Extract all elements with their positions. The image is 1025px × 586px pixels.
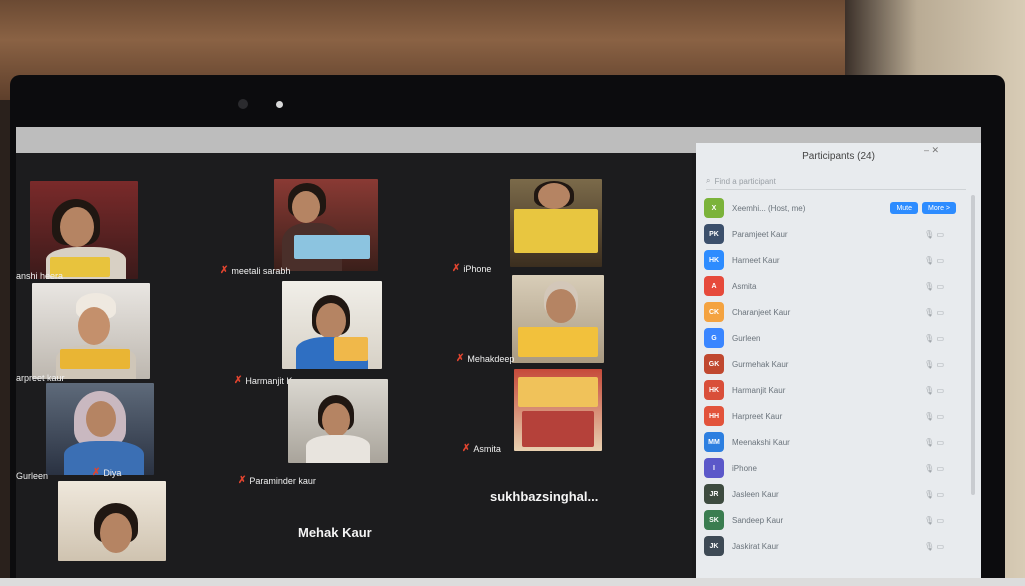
mute-button[interactable]: Mute: [890, 202, 919, 214]
search-icon: ⌕: [706, 176, 711, 185]
participant-name: Asmita: [732, 281, 757, 291]
tile-name: ✗ iPhone: [452, 263, 492, 274]
desk-surface: [0, 578, 1025, 586]
mic-camera-status-icon: 🎙 ▭: [924, 489, 944, 499]
mic-muted-icon: ✗: [238, 475, 247, 486]
avatar: I: [704, 458, 724, 478]
tile-name: anshi heera: [16, 271, 64, 281]
participant-name: Jasleen Kaur: [732, 489, 779, 499]
participant-name: Gurleen: [732, 333, 761, 343]
participant-list: X Xeemhi... (Host, me) Mute More > PK Paramje…: [704, 195, 970, 559]
video-tile[interactable]: [288, 379, 388, 463]
participant-row[interactable]: SK Sandeep Kaur 🎙 ▭: [704, 507, 970, 533]
video-tile[interactable]: [32, 283, 150, 379]
mic-camera-status-icon: 🎙 ▭: [924, 359, 944, 369]
mic-camera-status-icon: 🎙 ▭: [924, 515, 944, 525]
avatar: GK: [704, 354, 724, 374]
tile-name: ✗ Asmita: [462, 443, 501, 454]
avatar: HH: [704, 406, 724, 426]
video-tile[interactable]: [30, 181, 138, 279]
laptop-bezel: anshi heera arpreet kaur ✗ Diya Gurleen …: [10, 75, 1005, 586]
participant-name: Harmanjit Kaur: [732, 385, 786, 395]
participant-row[interactable]: JR Jasleen Kaur 🎙 ▭: [704, 481, 970, 507]
panel-title: Participants (24): [802, 150, 875, 162]
mic-muted-icon: ✗: [456, 353, 465, 364]
mic-camera-status-icon: 🎙 ▭: [924, 229, 944, 239]
mic-muted-icon: ✗: [462, 443, 471, 454]
video-gallery: anshi heera arpreet kaur ✗ Diya Gurleen …: [16, 153, 692, 586]
participant-name: Sandeep Kaur: [732, 515, 784, 525]
participant-name: Harpreet Kaur: [732, 411, 783, 421]
more-button[interactable]: More >: [922, 202, 956, 214]
tile-name: ✗ meetali sarabh: [220, 265, 291, 276]
participant-row[interactable]: JK Jaskirat Kaur 🎙 ▭: [704, 533, 970, 559]
avatar: X: [704, 198, 724, 218]
avatar: JK: [704, 536, 724, 556]
participant-row[interactable]: HH Harpreet Kaur 🎙 ▭: [704, 403, 970, 429]
participant-row[interactable]: A Asmita 🎙 ▭: [704, 273, 970, 299]
close-icon[interactable]: – ✕: [924, 145, 939, 156]
participant-row[interactable]: MM Meenakshi Kaur 🎙 ▭: [704, 429, 970, 455]
mic-camera-status-icon: 🎙 ▭: [924, 307, 944, 317]
avatar: MM: [704, 432, 724, 452]
avatar: JR: [704, 484, 724, 504]
participant-row[interactable]: X Xeemhi... (Host, me) Mute More >: [704, 195, 970, 221]
participant-name: Harneet Kaur: [732, 255, 780, 265]
participant-name: Gurmehak Kaur: [732, 359, 789, 369]
participant-row[interactable]: HK Harmanjit Kaur 🎙 ▭: [704, 377, 970, 403]
laptop-screen: anshi heera arpreet kaur ✗ Diya Gurleen …: [16, 127, 981, 586]
video-tile[interactable]: [46, 383, 154, 475]
participant-row[interactable]: HK Harneet Kaur 🎙 ▭: [704, 247, 970, 273]
participants-panel: Participants (24) – ✕ ⌕ Find a participa…: [696, 143, 981, 586]
mic-camera-status-icon: 🎙 ▭: [924, 437, 944, 447]
mic-muted-icon: ✗: [92, 467, 101, 478]
camera-light-icon: [276, 101, 283, 108]
camera-icon: [238, 99, 248, 109]
video-tile[interactable]: [58, 481, 166, 561]
participant-row[interactable]: CK Charanjeet Kaur 🎙 ▭: [704, 299, 970, 325]
tile-name: ✗ Paraminder kaur: [238, 475, 316, 486]
video-tile[interactable]: [514, 369, 602, 451]
mic-camera-status-icon: 🎙 ▭: [924, 281, 944, 291]
mic-muted-icon: ✗: [220, 265, 229, 276]
avatar: HK: [704, 250, 724, 270]
participant-row[interactable]: IiPhone 🎙 ▭: [704, 455, 970, 481]
video-tile[interactable]: [274, 179, 378, 271]
video-tile[interactable]: [512, 275, 604, 363]
avatar: PK: [704, 224, 724, 244]
search-input[interactable]: ⌕ Find a participant: [706, 173, 966, 190]
scrollbar[interactable]: [971, 195, 975, 495]
participant-row[interactable]: PK Paramjeet Kaur 🎙 ▭: [704, 221, 970, 247]
mic-camera-status-icon: 🎙 ▭: [924, 385, 944, 395]
tile-name-only[interactable]: sukhbazsinghal...: [490, 489, 598, 504]
participant-row[interactable]: GK Gurmehak Kaur 🎙 ▭: [704, 351, 970, 377]
tile-name: arpreet kaur: [16, 373, 65, 383]
participant-name: Jaskirat Kaur: [732, 541, 779, 551]
mic-camera-status-icon: 🎙 ▭: [924, 463, 944, 473]
mic-camera-status-icon: 🎙 ▭: [924, 333, 944, 343]
video-tile[interactable]: [282, 281, 382, 369]
participant-name: Meenakshi Kaur: [732, 437, 790, 447]
tile-name: Gurleen: [16, 471, 49, 481]
participant-name: Charanjeet Kaur: [732, 307, 791, 317]
participant-name: iPhone: [732, 463, 757, 473]
tile-name: ✗ Mehakdeep: [456, 353, 515, 364]
participant-name: Paramjeet Kaur: [732, 229, 788, 239]
avatar: HK: [704, 380, 724, 400]
mic-camera-status-icon: 🎙 ▭: [924, 411, 944, 421]
avatar: G: [704, 328, 724, 348]
tile-name: ✗ Diya: [92, 467, 122, 478]
participant-name: Xeemhi... (Host, me): [732, 203, 806, 213]
tile-name-only[interactable]: Mehak Kaur: [298, 525, 372, 540]
avatar: CK: [704, 302, 724, 322]
mic-camera-status-icon: 🎙 ▭: [924, 255, 944, 265]
avatar: SK: [704, 510, 724, 530]
mic-muted-icon: ✗: [452, 263, 461, 274]
avatar: A: [704, 276, 724, 296]
mic-camera-status-icon: 🎙 ▭: [924, 541, 944, 551]
mic-muted-icon: ✗: [234, 375, 243, 386]
video-tile[interactable]: [510, 179, 602, 267]
participant-row[interactable]: G Gurleen 🎙 ▭: [704, 325, 970, 351]
